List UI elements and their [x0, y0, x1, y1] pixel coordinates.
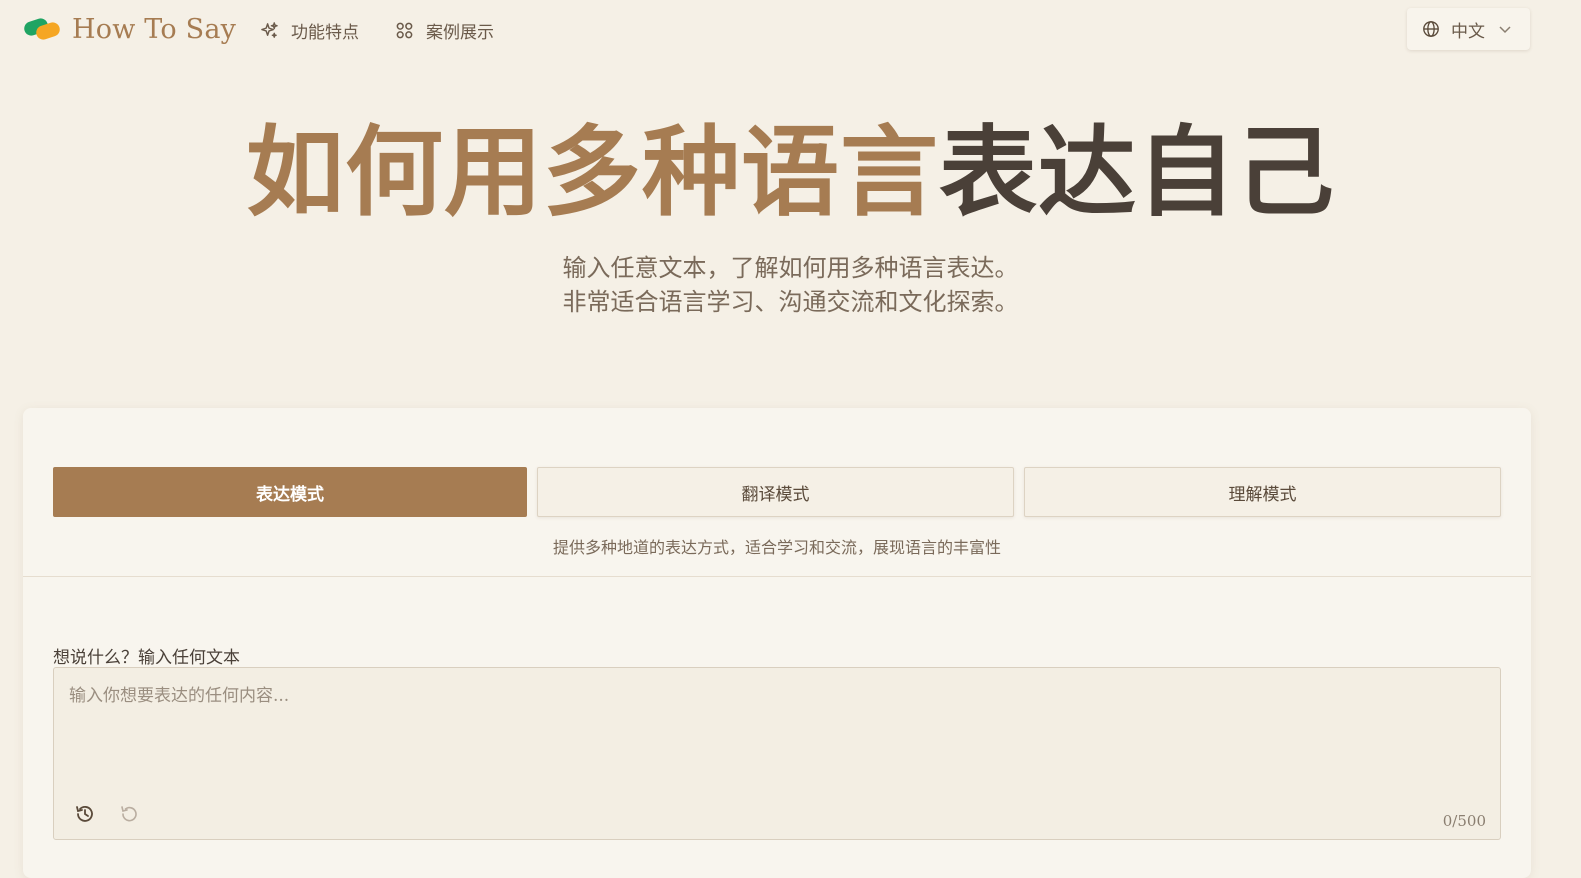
text-input[interactable] [54, 668, 1500, 788]
chevron-down-icon [1499, 26, 1511, 34]
text-input-container: 0/500 [53, 667, 1501, 840]
globe-icon [1423, 21, 1439, 37]
mode-understand-button[interactable]: 理解模式 [1024, 467, 1501, 517]
mode-express-button[interactable]: 表达模式 [53, 467, 527, 517]
navbar: How To Say 功能特点 案例展示 中文 [0, 0, 1581, 60]
hero-subtitle-line1: 输入任意文本，了解如何用多种语言表达。 [562, 254, 1019, 282]
nav-features-link[interactable]: 功能特点 [260, 18, 359, 43]
hero-subtitle-line2: 非常适合语言学习、沟通交流和文化探索。 [562, 288, 1019, 316]
input-label: 想说什么？输入任何文本 [53, 648, 240, 668]
language-selector[interactable]: 中文 [1407, 8, 1530, 50]
history-icon[interactable] [74, 803, 96, 825]
brand-name: How To Say [72, 13, 237, 45]
brand-logo[interactable]: How To Say [22, 12, 236, 46]
leaf-logo-icon [24, 18, 60, 40]
divider [23, 576, 1531, 577]
language-label: 中文 [1451, 21, 1485, 42]
undo-icon[interactable] [118, 803, 140, 825]
grid-icon [396, 22, 413, 39]
nav-examples-link[interactable]: 案例展示 [395, 18, 494, 43]
nav-examples-label: 案例展示 [426, 23, 494, 43]
hero-title: 如何用多种语言表达自己 [0, 118, 1581, 228]
hero-title-rest: 表达自己 [939, 115, 1336, 230]
sparkles-icon [261, 22, 278, 38]
mode-description: 提供多种地道的表达方式，适合学习和交流，展现语言的丰富性 [552, 538, 1001, 557]
hero-title-highlight: 如何用多种语言 [245, 115, 939, 230]
nav-features-label: 功能特点 [291, 23, 359, 43]
char-count: 0/500 [1442, 812, 1486, 830]
mode-translate-button[interactable]: 翻译模式 [537, 467, 1014, 517]
main-card: 表达模式 翻译模式 理解模式 提供多种地道的表达方式，适合学习和交流，展现语言的… [23, 408, 1531, 878]
